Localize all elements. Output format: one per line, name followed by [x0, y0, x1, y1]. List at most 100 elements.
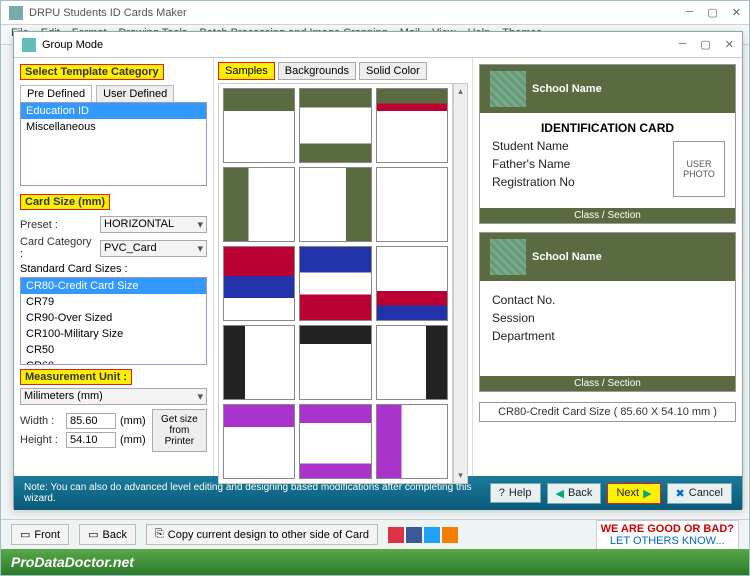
- card-back-preview: School Name Contact No. Session Departme…: [479, 232, 736, 392]
- card-pattern-icon: [490, 239, 526, 275]
- blogger-icon[interactable]: [442, 527, 458, 543]
- mm-suffix: (mm): [120, 434, 146, 446]
- size-item[interactable]: CR50: [21, 342, 206, 358]
- rate-us-link[interactable]: WE ARE GOOD OR BAD? LET OTHERS KNOW...: [596, 520, 739, 550]
- size-item[interactable]: CR79: [21, 294, 206, 310]
- samples-scrollbar[interactable]: ▴▾: [453, 83, 468, 484]
- back-button[interactable]: ▭Back: [79, 524, 136, 545]
- dialog-minimize-icon[interactable]: ─: [679, 38, 687, 51]
- cancel-icon: ✖: [676, 487, 685, 500]
- sample-thumbnail[interactable]: [376, 167, 448, 242]
- user-photo-placeholder: USER PHOTO: [673, 141, 725, 197]
- school-name: School Name: [532, 83, 602, 95]
- scroll-up-icon[interactable]: ▴: [456, 84, 465, 99]
- sample-thumbnail[interactable]: [223, 88, 295, 163]
- sample-thumbnail[interactable]: [376, 246, 448, 321]
- school-name: School Name: [532, 251, 602, 263]
- main-titlebar: DRPU Students ID Cards Maker ─ ▢ ✕: [1, 1, 749, 25]
- front-button[interactable]: ▭Front: [11, 524, 69, 545]
- left-panel: Select Template Category Pre Defined Use…: [14, 58, 214, 476]
- dialog-titlebar: Group Mode ─ ▢ ✕: [14, 32, 742, 58]
- tab-userdefined[interactable]: User Defined: [96, 85, 174, 102]
- sample-thumbnail[interactable]: [376, 404, 448, 479]
- category-listbox[interactable]: Education ID Miscellaneous: [20, 102, 207, 186]
- get-size-printer-button[interactable]: Get size from Printer: [152, 409, 207, 452]
- height-label: Height :: [20, 434, 62, 446]
- copy-icon: ⎘: [155, 528, 164, 541]
- height-input[interactable]: 54.10: [66, 432, 116, 448]
- measurement-unit-label: Measurement Unit :: [20, 369, 132, 385]
- preset-select[interactable]: HORIZONTAL: [100, 216, 207, 233]
- width-input[interactable]: 85.60: [66, 413, 116, 429]
- dialog-maximize-icon[interactable]: ▢: [700, 38, 710, 51]
- wizard-note: Note: You can also do advanced level edi…: [24, 482, 484, 504]
- next-button[interactable]: Next▶: [607, 483, 660, 504]
- sample-thumbnail[interactable]: [223, 325, 295, 400]
- size-item[interactable]: CR90-Over Sized: [21, 310, 206, 326]
- size-info: CR80-Credit Card Size ( 85.60 X 54.10 mm…: [479, 402, 736, 422]
- google-plus-icon[interactable]: [388, 527, 404, 543]
- card-pattern-icon: [490, 71, 526, 107]
- card-footer: Class / Section: [480, 208, 735, 223]
- help-icon: ?: [499, 487, 505, 499]
- category-item[interactable]: Education ID: [21, 103, 206, 119]
- card-footer: Class / Section: [480, 376, 735, 391]
- sample-thumbnail[interactable]: [299, 404, 371, 479]
- preview-panel: School Name IDENTIFICATION CARD Student …: [472, 58, 742, 476]
- tab-backgrounds[interactable]: Backgrounds: [278, 62, 356, 80]
- card-size-label: Card Size (mm): [20, 194, 110, 210]
- sample-thumbnail[interactable]: [223, 167, 295, 242]
- department-field: Department: [492, 329, 723, 343]
- cancel-button[interactable]: ✖Cancel: [667, 483, 732, 504]
- app-icon: [9, 6, 23, 20]
- tab-samples[interactable]: Samples: [218, 62, 275, 80]
- twitter-icon[interactable]: [424, 527, 440, 543]
- size-item[interactable]: CR60: [21, 358, 206, 365]
- dialog-icon: [22, 38, 36, 52]
- identification-label: IDENTIFICATION CARD: [492, 121, 723, 135]
- back-button[interactable]: ◀Back: [547, 483, 602, 504]
- size-item[interactable]: CR100-Military Size: [21, 326, 206, 342]
- sample-thumbnail[interactable]: [299, 246, 371, 321]
- sizes-listbox[interactable]: CR80-Credit Card Size CR79 CR90-Over Siz…: [20, 277, 207, 365]
- sample-thumbnail[interactable]: [299, 325, 371, 400]
- card-category-select[interactable]: PVC_Card: [100, 240, 207, 257]
- card-front-icon: ▭: [20, 528, 30, 541]
- select-template-label: Select Template Category: [20, 64, 164, 80]
- dialog-title: Group Mode: [42, 39, 103, 51]
- contact-field: Contact No.: [492, 293, 723, 307]
- tab-solid-color[interactable]: Solid Color: [359, 62, 427, 80]
- brand-footer: ProDataDoctor.net: [1, 549, 749, 575]
- sample-thumbnail[interactable]: [299, 88, 371, 163]
- help-button[interactable]: ?Help: [490, 483, 541, 503]
- scroll-down-icon[interactable]: ▾: [456, 468, 465, 483]
- sample-thumbnail[interactable]: [223, 404, 295, 479]
- bottom-toolbar: ▭Front ▭Back ⎘Copy current design to oth…: [1, 519, 749, 549]
- card-back-icon: ▭: [88, 528, 98, 541]
- group-mode-dialog: Group Mode ─ ▢ ✕ Select Template Categor…: [13, 31, 743, 509]
- facebook-icon[interactable]: [406, 527, 422, 543]
- sample-thumbnail[interactable]: [223, 246, 295, 321]
- main-window: DRPU Students ID Cards Maker ─ ▢ ✕ File …: [0, 0, 750, 576]
- session-field: Session: [492, 311, 723, 325]
- arrow-left-icon: ◀: [556, 487, 564, 500]
- sample-thumbnail[interactable]: [376, 88, 448, 163]
- sample-thumbnail[interactable]: [376, 325, 448, 400]
- preset-label: Preset :: [20, 219, 96, 231]
- maximize-icon[interactable]: ▢: [707, 6, 717, 19]
- tab-predefined[interactable]: Pre Defined: [20, 85, 92, 102]
- size-item[interactable]: CR80-Credit Card Size: [21, 278, 206, 294]
- arrow-right-icon: ▶: [643, 487, 651, 500]
- close-icon[interactable]: ✕: [732, 6, 741, 19]
- category-item[interactable]: Miscellaneous: [21, 119, 206, 135]
- minimize-icon[interactable]: ─: [686, 6, 694, 19]
- copy-design-button[interactable]: ⎘Copy current design to other side of Ca…: [146, 524, 378, 545]
- app-title: DRPU Students ID Cards Maker: [29, 7, 187, 19]
- card-front-preview: School Name IDENTIFICATION CARD Student …: [479, 64, 736, 224]
- dialog-close-icon[interactable]: ✕: [725, 38, 734, 51]
- social-icons: [388, 527, 458, 543]
- measurement-unit-select[interactable]: Milimeters (mm): [20, 388, 207, 405]
- standard-sizes-label: Standard Card Sizes :: [20, 263, 207, 275]
- card-category-label: Card Category :: [20, 236, 96, 260]
- sample-thumbnail[interactable]: [299, 167, 371, 242]
